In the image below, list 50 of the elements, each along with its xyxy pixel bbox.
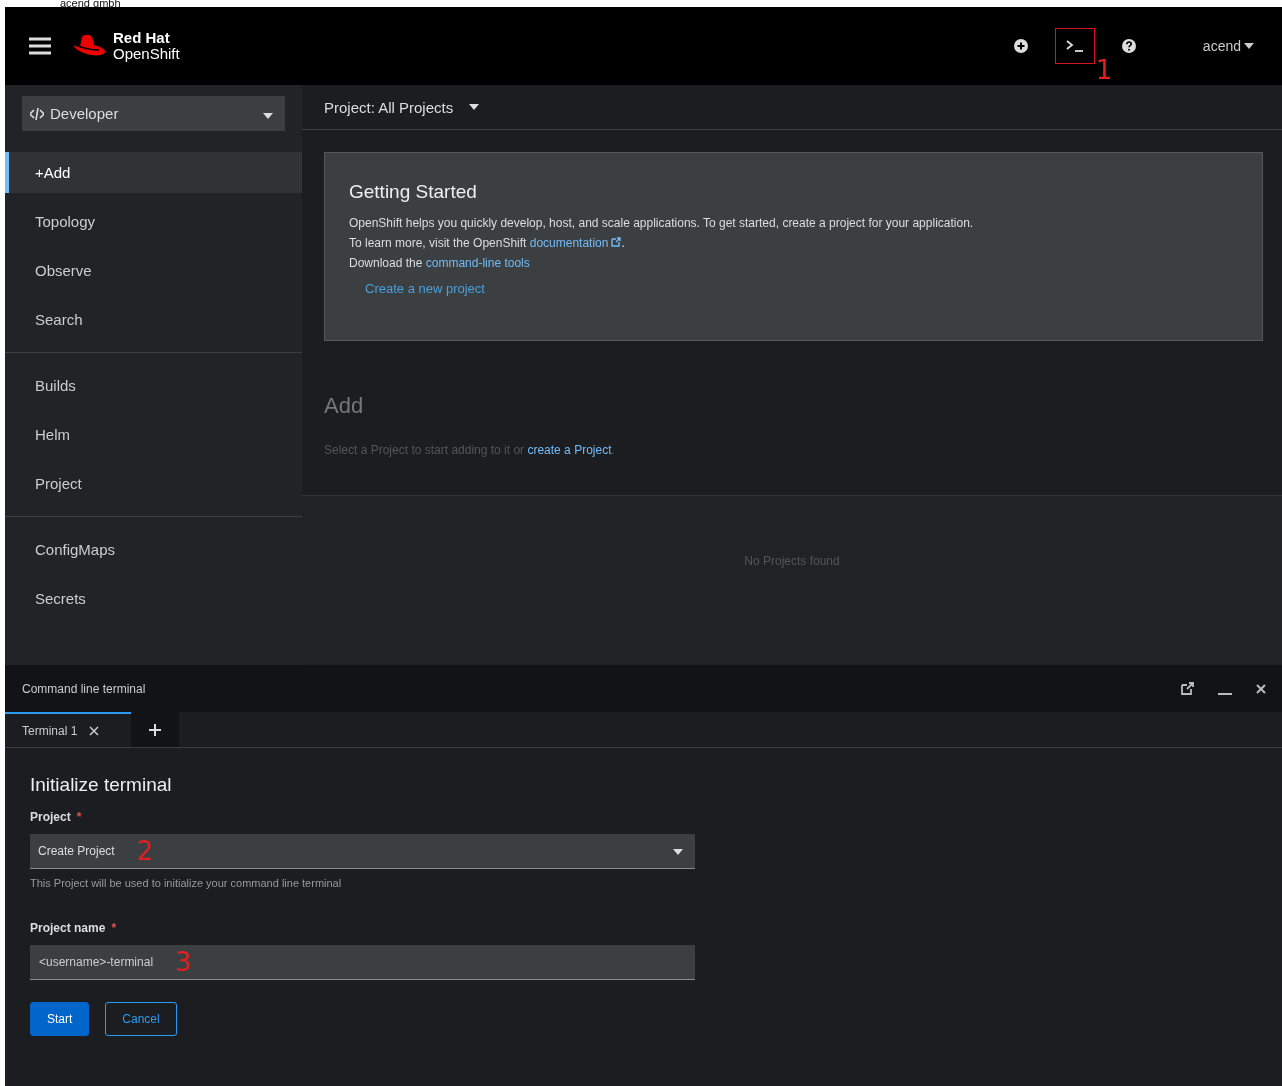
description-text: OpenShift helps you quickly develop, host, and scale applications. To get started, create a project for your application. bbox=[349, 215, 975, 232]
external-link-icon[interactable] bbox=[1181, 682, 1194, 695]
plus-circle-icon bbox=[1013, 39, 1028, 53]
text-link[interactable]: documentation bbox=[529, 236, 622, 250]
field-label: Project name bbox=[30, 921, 106, 935]
nav-item[interactable]: Topology bbox=[5, 201, 302, 242]
required-mark: * bbox=[76, 810, 82, 824]
brand-title: Red Hat bbox=[113, 30, 171, 46]
card-title: Getting Started bbox=[349, 181, 478, 203]
project-name-field[interactable]: <username>-terminal 3 bbox=[30, 945, 695, 980]
nav-item[interactable]: Helm bbox=[5, 414, 302, 455]
tab-label: Terminal 1 bbox=[22, 723, 78, 738]
caret-icon bbox=[469, 104, 480, 110]
nav-item[interactable]: ConfigMaps bbox=[5, 529, 302, 570]
caret-icon bbox=[1244, 43, 1254, 49]
text-link[interactable]: command-line tools bbox=[425, 256, 530, 270]
cancel-button[interactable]: Cancel bbox=[105, 1002, 177, 1036]
nav-item[interactable]: Secrets bbox=[5, 578, 302, 619]
create-project-link[interactable]: Create a new project bbox=[365, 281, 485, 296]
nav-item[interactable]: Search bbox=[5, 299, 302, 340]
perspective-switcher[interactable]: Developer bbox=[22, 96, 285, 131]
close-icon[interactable] bbox=[1256, 683, 1266, 694]
user-menu[interactable]: acend bbox=[1196, 37, 1260, 55]
code-icon bbox=[30, 107, 44, 120]
close-icon[interactable] bbox=[89, 725, 100, 736]
caret-icon bbox=[263, 113, 273, 119]
help-icon bbox=[1121, 39, 1136, 53]
plus-icon bbox=[149, 723, 161, 736]
hat-logo-icon bbox=[73, 34, 107, 58]
description-text: To learn more, visit the OpenShift documentation . bbox=[349, 235, 626, 252]
start-button[interactable]: Start bbox=[30, 1002, 90, 1036]
section-title: Add bbox=[324, 393, 365, 419]
nav-item[interactable]: +Add bbox=[5, 152, 302, 193]
field-label: Project bbox=[30, 810, 71, 824]
form-heading: Initialize terminal bbox=[30, 774, 173, 796]
project-selector[interactable]: Project: All Projects bbox=[324, 98, 480, 116]
add-tab-button[interactable] bbox=[131, 712, 179, 747]
nav-item[interactable]: Observe bbox=[5, 250, 302, 291]
required-mark: * bbox=[111, 921, 117, 935]
caret-icon bbox=[673, 849, 683, 855]
nav-item[interactable]: Builds bbox=[5, 365, 302, 406]
annotation-number: 1 bbox=[1095, 57, 1113, 83]
menu-icon[interactable] bbox=[29, 37, 51, 55]
brand-subtitle: OpenShift bbox=[113, 46, 180, 62]
helper-text: This Project will be used to initialize your command line terminal bbox=[30, 877, 343, 889]
terminal-icon bbox=[1065, 40, 1084, 52]
panel-title: Command line terminal bbox=[22, 681, 146, 696]
description-text: Download the command-line tools bbox=[349, 255, 531, 272]
project-dropdown[interactable]: Create Project 2 bbox=[30, 834, 695, 869]
nav-item[interactable]: Project bbox=[5, 463, 302, 504]
